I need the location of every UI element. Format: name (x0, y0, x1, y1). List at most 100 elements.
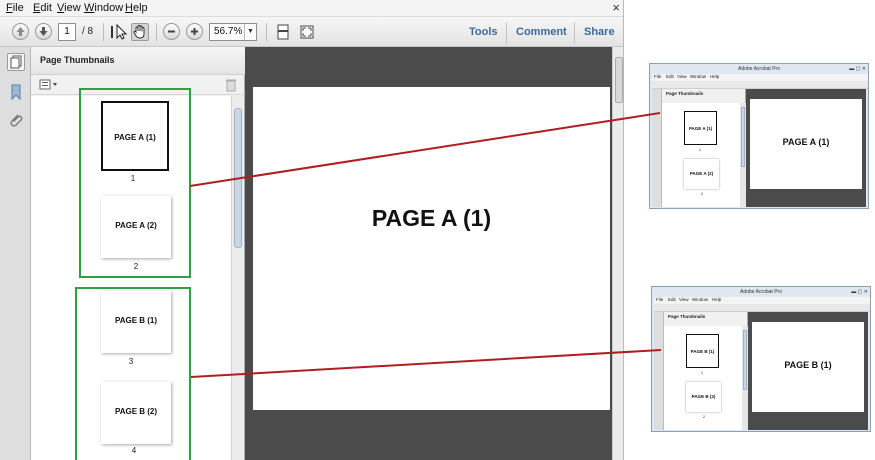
window-title: Adobe Acrobat Pro (738, 66, 780, 72)
fit-page-button[interactable] (274, 23, 292, 41)
page-heading: PAGE A (1) (371, 205, 492, 231)
menu-help[interactable]: Help (712, 297, 721, 302)
next-page-button[interactable] (35, 23, 52, 40)
thumbnail-page-1[interactable]: PAGE B (1) (686, 334, 719, 368)
full-screen-icon (300, 25, 314, 39)
options-button[interactable] (39, 78, 59, 91)
window-title: Adobe Acrobat Pro (740, 289, 782, 295)
page-thumbnails-tab[interactable] (7, 53, 25, 71)
navigation-rail (654, 312, 664, 430)
menu-window[interactable]: Window (692, 297, 708, 302)
menu-edit[interactable]: Edit (668, 297, 676, 302)
document-page: PAGE B (1) (752, 322, 864, 412)
document-page: PAGE A (1) (750, 99, 862, 189)
scrollbar-thumb[interactable] (234, 108, 242, 248)
document-page: PAGE A (1) (253, 87, 610, 410)
menu-window[interactable]: Window (690, 74, 706, 79)
previous-page-button[interactable] (12, 23, 29, 40)
panel-title: Page Thumbnails (666, 91, 704, 96)
toolbar-divider (506, 22, 507, 44)
menu-file[interactable]: File (6, 2, 24, 14)
thumbnail-number: 2 (702, 414, 706, 419)
menu-help[interactable]: Help (710, 74, 719, 79)
zoom-dropdown-button[interactable]: ▼ (244, 24, 256, 40)
thumbnail-label: PAGE B (1) (690, 349, 715, 354)
menu-view[interactable]: View (677, 74, 687, 79)
window-controls: ▬ ▢ ✕ (851, 289, 868, 295)
page-number-input[interactable]: 1 (58, 23, 76, 41)
thumbnail-page-3[interactable]: PAGE B (1) (101, 291, 171, 353)
menu-edit[interactable]: Edit (666, 74, 674, 79)
document-view: PAGE A (1) (245, 47, 612, 460)
thumbnail-label: PAGE B (2) (114, 407, 158, 416)
document-scrollbar[interactable] (612, 47, 623, 460)
navigation-rail (0, 47, 31, 460)
menu-view[interactable]: View (679, 297, 689, 302)
page-heading: PAGE B (1) (784, 360, 832, 370)
screenshot-stage: File Edit View Window Help × 1 / 8 56.7%… (0, 0, 875, 460)
scrollbar-thumb[interactable] (615, 57, 623, 103)
thumbnail-label: PAGE A (1) (114, 133, 156, 142)
window-controls: ▬ ▢ ✕ (849, 66, 866, 72)
delete-button[interactable] (225, 78, 237, 92)
acrobat-main-window: File Edit View Window Help × 1 / 8 56.7%… (0, 0, 624, 460)
zoom-in-button[interactable] (186, 23, 203, 40)
full-screen-button[interactable] (298, 23, 316, 41)
menu-bar: File Edit View Window Help × (0, 0, 623, 17)
page-thumbnails-panel: Page Thumbnails PAGE A (1) 1 PAGE A (2) … (662, 89, 746, 207)
scrollbar-thumb[interactable] (743, 330, 747, 390)
fit-page-icon (277, 24, 289, 40)
document-view: PAGE B (1) (748, 312, 868, 430)
menu-file[interactable]: File (656, 297, 663, 302)
minus-icon (168, 30, 175, 33)
scrollbar-thumb[interactable] (741, 107, 745, 167)
plus-icon (191, 28, 198, 35)
document-view: PAGE A (1) (746, 89, 866, 207)
tools-button[interactable]: Tools (469, 26, 498, 38)
panel-header: Page Thumbnails (31, 47, 245, 75)
thumbnail-number: 2 (133, 262, 139, 271)
thumbnail-page-2[interactable]: PAGE A (2) (684, 159, 719, 189)
menu-edit[interactable]: Edit (33, 2, 52, 14)
share-button[interactable]: Share (584, 26, 615, 38)
thumbnail-page-4[interactable]: PAGE B (2) (101, 382, 171, 444)
menu-file[interactable]: File (654, 74, 661, 79)
bookmark-icon (11, 84, 21, 101)
menu-view[interactable]: View (57, 2, 81, 14)
attachments-tab[interactable] (7, 111, 25, 129)
thumbnail-page-2[interactable]: PAGE A (2) (101, 196, 171, 258)
thumbnail-page-1[interactable]: PAGE A (1) (101, 101, 169, 171)
thumbnail-page-1[interactable]: PAGE A (1) (684, 111, 717, 145)
zoom-out-button[interactable] (163, 23, 180, 40)
thumbnail-number: 2 (700, 191, 704, 196)
thumbnail-number: 1 (130, 174, 136, 183)
close-icon[interactable]: × (612, 0, 620, 15)
thumbnail-number: 4 (131, 446, 137, 455)
paperclip-icon (10, 114, 23, 127)
thumbnail-page-2[interactable]: PAGE B (2) (686, 382, 721, 412)
bookmarks-tab[interactable] (7, 83, 25, 101)
pages-icon (10, 55, 22, 69)
panel-title: Page Thumbnails (668, 314, 706, 319)
thumbnail-scrollbar[interactable] (231, 96, 243, 460)
thumbnail-label: PAGE B (1) (114, 316, 158, 325)
menu-window[interactable]: Window (84, 2, 123, 14)
menu-help[interactable]: Help (125, 2, 148, 14)
page-heading: PAGE A (1) (782, 137, 830, 147)
thumbnail-list: PAGE B (1) 1 PAGE B (2) 2 (664, 326, 742, 430)
toolbar-divider (156, 23, 157, 41)
page-total: / 8 (82, 26, 94, 37)
hand-tool-button[interactable] (131, 23, 149, 41)
thumbnail-number: 1 (698, 147, 702, 152)
page-thumbnails-panel: Page Thumbnails PAGE A (1) 1 PAGE A (2) … (31, 47, 245, 460)
cursor-icon (111, 23, 128, 40)
thumbnail-label: PAGE A (2) (689, 171, 714, 176)
select-tool-button[interactable] (110, 23, 128, 41)
mini-toolbar (652, 81, 868, 89)
comment-button[interactable]: Comment (516, 26, 567, 38)
thumbnail-label: PAGE B (2) (691, 394, 716, 399)
toolbar-divider (574, 22, 575, 44)
thumbnail-label: PAGE A (2) (115, 221, 157, 230)
options-menu-icon (39, 79, 57, 90)
thumbnail-number: 3 (128, 357, 134, 366)
